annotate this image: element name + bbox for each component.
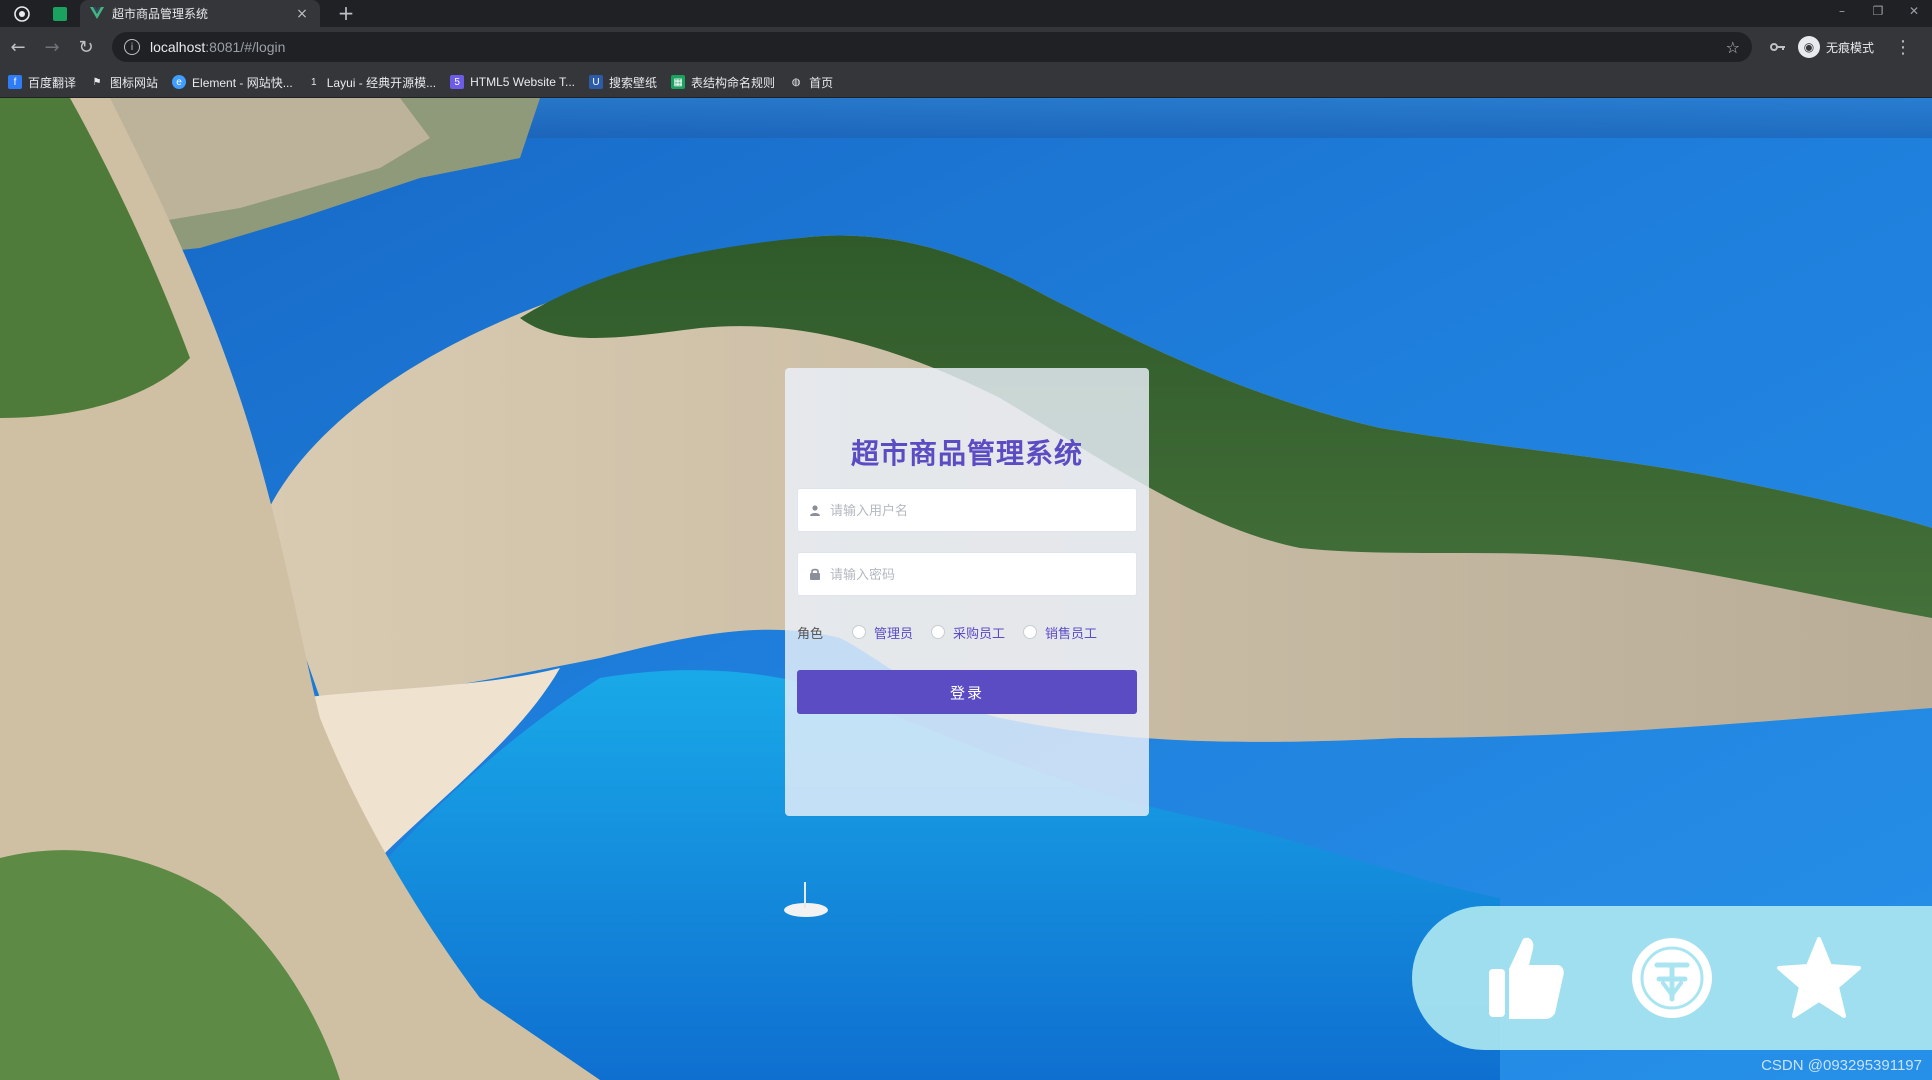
username-field[interactable] <box>797 488 1137 532</box>
forward-button[interactable]: → <box>36 31 68 63</box>
baidu-translate-icon: f <box>8 75 22 89</box>
bookmark-star-icon[interactable]: ☆ <box>1726 38 1740 57</box>
radio-button[interactable] <box>1023 625 1038 639</box>
watermark: CSDN @093295391197 <box>1761 1057 1922 1074</box>
element-icon: e <box>172 75 187 89</box>
incognito-indicator[interactable]: ◉ 无痕模式 <box>1798 36 1874 58</box>
radio-button[interactable] <box>931 625 946 639</box>
login-button[interactable]: 登录 <box>797 670 1137 714</box>
info-icon[interactable]: i <box>124 39 140 55</box>
role-radio-admin[interactable]: 管理员 <box>852 623 913 642</box>
role-radio-sales[interactable]: 销售员工 <box>1023 623 1097 642</box>
floating-action-panel <box>1412 906 1932 1050</box>
role-selector: 角色 管理员 采购员工 销售员工 <box>797 622 1137 642</box>
thumbs-up-icon[interactable] <box>1480 933 1570 1023</box>
tab-close-icon[interactable]: × <box>294 6 310 22</box>
reload-button[interactable]: ↻ <box>70 31 102 63</box>
login-page: 超市商品管理系统 角色 管理员 采购员工 销售 <box>0 98 1932 1080</box>
login-card: 超市商品管理系统 角色 管理员 采购员工 销售 <box>785 368 1149 816</box>
bookmark-item[interactable]: ⚑ 图标网站 <box>90 74 159 91</box>
lock-icon <box>808 567 822 581</box>
password-field[interactable] <box>797 552 1137 596</box>
tab-strip: 超市商品管理系统 × + – ❐ ✕ <box>0 0 1932 27</box>
incognito-label: 无痕模式 <box>1826 40 1875 55</box>
flag-icon: ⚑ <box>92 76 102 88</box>
sheet-icon: ▦ <box>671 75 686 89</box>
bookmark-item[interactable]: U 搜索壁纸 <box>589 74 657 91</box>
bookmark-item[interactable]: ▦ 表结构命名规则 <box>671 74 775 91</box>
bookmark-item[interactable]: 5 HTML5 Website T... <box>450 75 575 89</box>
incognito-icon: ◉ <box>1798 36 1820 58</box>
tab-title: 超市商品管理系统 <box>112 7 209 21</box>
browser-menu-icon[interactable] <box>10 3 34 25</box>
address-bar[interactable]: i localhost:8081/#/login ☆ <box>112 32 1752 62</box>
back-button[interactable]: ← <box>2 31 34 63</box>
radio-button[interactable] <box>852 625 866 639</box>
username-input[interactable] <box>830 489 1136 531</box>
star-icon[interactable] <box>1774 933 1864 1023</box>
bookmark-item[interactable]: e Element - 网站快... <box>172 74 293 91</box>
coin-icon[interactable] <box>1627 933 1717 1023</box>
more-menu-icon[interactable]: ⋮ <box>1894 37 1912 58</box>
layui-icon: 1 <box>310 76 317 88</box>
user-icon <box>808 503 822 517</box>
bookmark-item[interactable]: f 百度翻译 <box>8 74 76 91</box>
url-text[interactable]: localhost:8081/#/login <box>150 39 1716 55</box>
html5-icon: 5 <box>450 75 465 89</box>
bookmark-item[interactable]: 1 Layui - 经典开源模... <box>307 74 436 91</box>
new-tab-button[interactable]: + <box>334 2 358 26</box>
password-input[interactable] <box>830 553 1136 595</box>
window-controls: – ❐ ✕ <box>1824 0 1932 22</box>
wallpaper-icon: U <box>589 75 604 89</box>
browser-toolbar: ← → ↻ i localhost:8081/#/login ☆ ◉ 无痕模式 … <box>0 27 1932 67</box>
vue-logo-icon <box>90 4 104 23</box>
role-label: 角色 <box>797 626 824 642</box>
pinned-tab-icon[interactable] <box>48 3 72 25</box>
maximize-button[interactable]: ❐ <box>1860 0 1896 22</box>
minimize-button[interactable]: – <box>1824 0 1860 22</box>
globe-icon: ◍ <box>791 76 801 88</box>
role-radio-purchasing[interactable]: 采购员工 <box>931 623 1005 642</box>
bookmarks-bar: f 百度翻译 ⚑ 图标网站 e Element - 网站快... 1 Layui - 经… <box>0 67 1932 98</box>
close-window-button[interactable]: ✕ <box>1896 0 1932 22</box>
bookmark-item[interactable]: ◍ 首页 <box>789 74 833 91</box>
key-icon[interactable] <box>1770 38 1786 56</box>
page-title: 超市商品管理系统 <box>850 437 1083 470</box>
tab-active[interactable]: 超市商品管理系统 × <box>80 0 320 27</box>
